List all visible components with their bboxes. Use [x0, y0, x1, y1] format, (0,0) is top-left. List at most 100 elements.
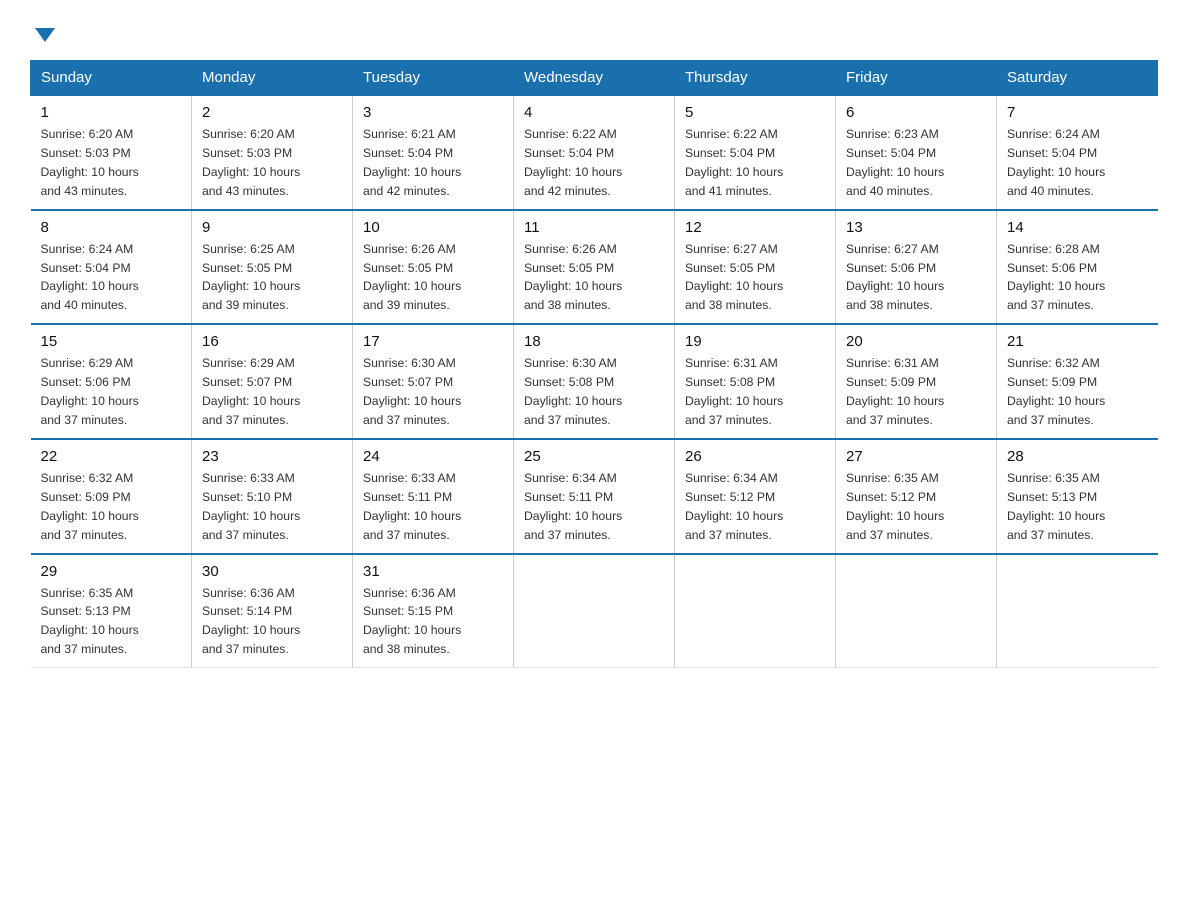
column-header-tuesday: Tuesday	[353, 61, 514, 96]
day-number: 7	[1007, 104, 1148, 121]
day-info: Sunrise: 6:30 AMSunset: 5:08 PMDaylight:…	[524, 354, 664, 430]
calendar-cell: 31 Sunrise: 6:36 AMSunset: 5:15 PMDayligh…	[353, 554, 514, 668]
logo	[30, 28, 55, 42]
day-number: 11	[524, 219, 664, 236]
day-number: 30	[202, 563, 342, 580]
calendar-week-row: 15 Sunrise: 6:29 AMSunset: 5:06 PMDayligh…	[31, 324, 1158, 439]
calendar-cell: 25 Sunrise: 6:34 AMSunset: 5:11 PMDayligh…	[514, 439, 675, 554]
day-info: Sunrise: 6:29 AMSunset: 5:07 PMDaylight:…	[202, 354, 342, 430]
calendar-cell: 18Sunrise: 6:30 AMSunset: 5:08 PMDayligh…	[514, 324, 675, 439]
day-number: 26	[685, 448, 825, 465]
header	[30, 20, 1158, 42]
calendar-cell: 22 Sunrise: 6:32 AMSunset: 5:09 PMDayligh…	[31, 439, 192, 554]
day-number: 29	[41, 563, 182, 580]
calendar-cell: 8Sunrise: 6:24 AMSunset: 5:04 PMDaylight…	[31, 210, 192, 325]
day-info: Sunrise: 6:32 AMSunset: 5:09 PMDaylight:…	[1007, 354, 1148, 430]
calendar-week-row: 1 Sunrise: 6:20 AMSunset: 5:03 PMDaylight…	[31, 95, 1158, 210]
calendar-cell: 27 Sunrise: 6:35 AMSunset: 5:12 PMDayligh…	[836, 439, 997, 554]
day-info: Sunrise: 6:27 AMSunset: 5:05 PMDaylight:…	[685, 240, 825, 316]
calendar-week-row: 22 Sunrise: 6:32 AMSunset: 5:09 PMDayligh…	[31, 439, 1158, 554]
calendar-cell: 4 Sunrise: 6:22 AMSunset: 5:04 PMDaylight…	[514, 95, 675, 210]
day-info: Sunrise: 6:34 AMSunset: 5:11 PMDaylight:…	[524, 469, 664, 545]
calendar-cell	[836, 554, 997, 668]
calendar-cell: 6 Sunrise: 6:23 AMSunset: 5:04 PMDaylight…	[836, 95, 997, 210]
day-number: 12	[685, 219, 825, 236]
day-info: Sunrise: 6:31 AMSunset: 5:08 PMDaylight:…	[685, 354, 825, 430]
calendar-table: SundayMondayTuesdayWednesdayThursdayFrid…	[30, 60, 1158, 668]
day-number: 5	[685, 104, 825, 121]
day-number: 17	[363, 333, 503, 350]
day-number: 19	[685, 333, 825, 350]
day-info: Sunrise: 6:20 AMSunset: 5:03 PMDaylight:…	[41, 125, 182, 201]
day-number: 20	[846, 333, 986, 350]
day-number: 28	[1007, 448, 1148, 465]
calendar-cell: 20 Sunrise: 6:31 AMSunset: 5:09 PMDayligh…	[836, 324, 997, 439]
day-number: 22	[41, 448, 182, 465]
day-info: Sunrise: 6:22 AMSunset: 5:04 PMDaylight:…	[685, 125, 825, 201]
calendar-week-row: 29 Sunrise: 6:35 AMSunset: 5:13 PMDayligh…	[31, 554, 1158, 668]
day-info: Sunrise: 6:29 AMSunset: 5:06 PMDaylight:…	[41, 354, 182, 430]
calendar-cell: 14 Sunrise: 6:28 AMSunset: 5:06 PMDayligh…	[997, 210, 1158, 325]
calendar-header-row: SundayMondayTuesdayWednesdayThursdayFrid…	[31, 61, 1158, 96]
calendar-cell: 15 Sunrise: 6:29 AMSunset: 5:06 PMDayligh…	[31, 324, 192, 439]
day-number: 10	[363, 219, 503, 236]
day-info: Sunrise: 6:33 AMSunset: 5:11 PMDaylight:…	[363, 469, 503, 545]
day-number: 16	[202, 333, 342, 350]
calendar-cell	[997, 554, 1158, 668]
calendar-cell: 1 Sunrise: 6:20 AMSunset: 5:03 PMDaylight…	[31, 95, 192, 210]
day-info: Sunrise: 6:36 AMSunset: 5:14 PMDaylight:…	[202, 584, 342, 660]
calendar-cell: 16 Sunrise: 6:29 AMSunset: 5:07 PMDayligh…	[192, 324, 353, 439]
day-number: 25	[524, 448, 664, 465]
calendar-cell: 9 Sunrise: 6:25 AMSunset: 5:05 PMDaylight…	[192, 210, 353, 325]
day-number: 14	[1007, 219, 1148, 236]
day-info: Sunrise: 6:31 AMSunset: 5:09 PMDaylight:…	[846, 354, 986, 430]
calendar-cell: 11Sunrise: 6:26 AMSunset: 5:05 PMDayligh…	[514, 210, 675, 325]
day-number: 23	[202, 448, 342, 465]
day-number: 1	[41, 104, 182, 121]
calendar-cell: 5 Sunrise: 6:22 AMSunset: 5:04 PMDaylight…	[675, 95, 836, 210]
day-info: Sunrise: 6:25 AMSunset: 5:05 PMDaylight:…	[202, 240, 342, 316]
column-header-wednesday: Wednesday	[514, 61, 675, 96]
day-info: Sunrise: 6:28 AMSunset: 5:06 PMDaylight:…	[1007, 240, 1148, 316]
day-number: 4	[524, 104, 664, 121]
day-info: Sunrise: 6:32 AMSunset: 5:09 PMDaylight:…	[41, 469, 182, 545]
calendar-cell: 10 Sunrise: 6:26 AMSunset: 5:05 PMDayligh…	[353, 210, 514, 325]
calendar-cell: 19 Sunrise: 6:31 AMSunset: 5:08 PMDayligh…	[675, 324, 836, 439]
calendar-cell: 29 Sunrise: 6:35 AMSunset: 5:13 PMDayligh…	[31, 554, 192, 668]
day-info: Sunrise: 6:23 AMSunset: 5:04 PMDaylight:…	[846, 125, 986, 201]
calendar-cell	[675, 554, 836, 668]
day-info: Sunrise: 6:20 AMSunset: 5:03 PMDaylight:…	[202, 125, 342, 201]
day-number: 21	[1007, 333, 1148, 350]
calendar-cell: 24 Sunrise: 6:33 AMSunset: 5:11 PMDayligh…	[353, 439, 514, 554]
day-info: Sunrise: 6:36 AMSunset: 5:15 PMDaylight:…	[363, 584, 503, 660]
calendar-cell: 12 Sunrise: 6:27 AMSunset: 5:05 PMDayligh…	[675, 210, 836, 325]
day-info: Sunrise: 6:22 AMSunset: 5:04 PMDaylight:…	[524, 125, 664, 201]
day-info: Sunrise: 6:35 AMSunset: 5:13 PMDaylight:…	[41, 584, 182, 660]
day-number: 6	[846, 104, 986, 121]
column-header-thursday: Thursday	[675, 61, 836, 96]
day-number: 15	[41, 333, 182, 350]
day-number: 13	[846, 219, 986, 236]
calendar-cell: 13Sunrise: 6:27 AMSunset: 5:06 PMDayligh…	[836, 210, 997, 325]
day-number: 27	[846, 448, 986, 465]
day-info: Sunrise: 6:35 AMSunset: 5:13 PMDaylight:…	[1007, 469, 1148, 545]
calendar-cell: 7Sunrise: 6:24 AMSunset: 5:04 PMDaylight…	[997, 95, 1158, 210]
day-info: Sunrise: 6:26 AMSunset: 5:05 PMDaylight:…	[363, 240, 503, 316]
day-info: Sunrise: 6:30 AMSunset: 5:07 PMDaylight:…	[363, 354, 503, 430]
calendar-cell: 26 Sunrise: 6:34 AMSunset: 5:12 PMDayligh…	[675, 439, 836, 554]
day-info: Sunrise: 6:35 AMSunset: 5:12 PMDaylight:…	[846, 469, 986, 545]
day-number: 8	[41, 219, 182, 236]
calendar-cell: 23 Sunrise: 6:33 AMSunset: 5:10 PMDayligh…	[192, 439, 353, 554]
day-number: 2	[202, 104, 342, 121]
column-header-sunday: Sunday	[31, 61, 192, 96]
day-number: 3	[363, 104, 503, 121]
calendar-cell	[514, 554, 675, 668]
calendar-cell: 17 Sunrise: 6:30 AMSunset: 5:07 PMDayligh…	[353, 324, 514, 439]
day-number: 9	[202, 219, 342, 236]
day-info: Sunrise: 6:34 AMSunset: 5:12 PMDaylight:…	[685, 469, 825, 545]
calendar-cell: 30 Sunrise: 6:36 AMSunset: 5:14 PMDayligh…	[192, 554, 353, 668]
day-number: 24	[363, 448, 503, 465]
day-number: 31	[363, 563, 503, 580]
calendar-week-row: 8Sunrise: 6:24 AMSunset: 5:04 PMDaylight…	[31, 210, 1158, 325]
day-info: Sunrise: 6:33 AMSunset: 5:10 PMDaylight:…	[202, 469, 342, 545]
